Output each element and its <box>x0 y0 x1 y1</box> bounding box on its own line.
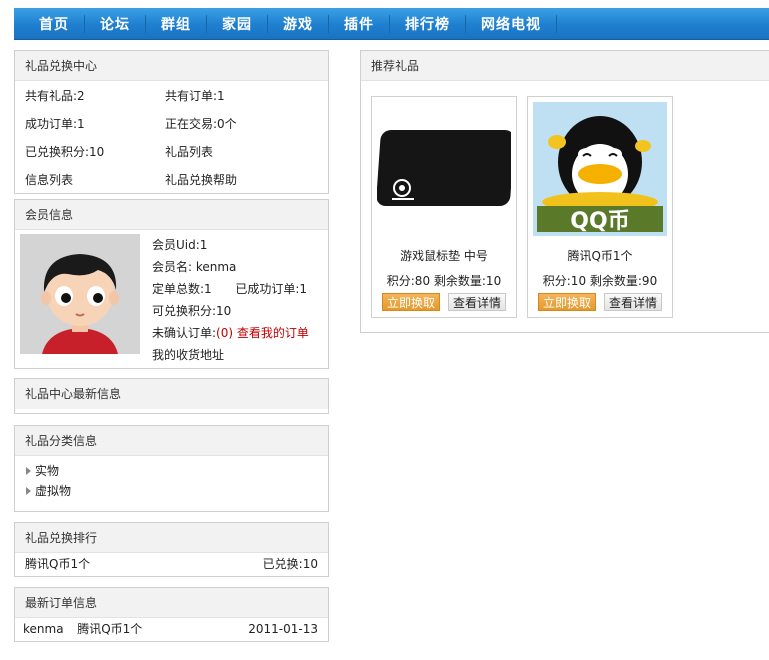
unconfirmed-count: (0) <box>216 326 234 340</box>
points-text: 可兑换积分:10 <box>152 304 232 318</box>
nav-item-ranking[interactable]: 排行榜 <box>390 8 466 40</box>
mousepad-image[interactable] <box>376 102 515 236</box>
gift-meta: 积分:10 剩余数量:90 <box>542 274 658 288</box>
panel-title: 礼品中心最新信息 <box>15 379 328 409</box>
nav-label[interactable]: 网络电视 <box>466 14 556 34</box>
nav-label[interactable]: 群组 <box>146 14 206 34</box>
gift-card: 游戏鼠标垫 中号 积分:80 剩余数量:10 立即换取 查看详情 <box>371 96 517 318</box>
mousepad-icon <box>376 102 515 236</box>
category-panel: 礼品分类信息 实物 虚拟物 <box>14 425 329 512</box>
nav-label[interactable]: 首页 <box>24 14 84 34</box>
panel-title: 礼品兑换排行 <box>15 523 328 553</box>
category-item-physical[interactable]: 实物 <box>25 461 318 481</box>
gift-name[interactable]: 腾讯Q币1个 <box>528 247 672 264</box>
nav-item-groups[interactable]: 群组 <box>146 8 207 40</box>
gift-name[interactable]: 游戏鼠标垫 中号 <box>372 247 516 264</box>
panel-title: 会员信息 <box>15 200 328 230</box>
total-gifts-text: 共有礼品:2 <box>25 89 85 103</box>
category-item-virtual[interactable]: 虚拟物 <box>25 481 318 501</box>
panel-title: 推荐礼品 <box>361 51 769 81</box>
nav-label[interactable]: 插件 <box>329 14 389 34</box>
nav-item-forum[interactable]: 论坛 <box>85 8 146 40</box>
ranking-item-name[interactable]: 腾讯Q币1个 <box>25 553 90 575</box>
qq-coin-penguin-icon: QQ币 <box>533 102 667 236</box>
gift-center-panel: 礼品兑换中心 共有礼品:2 共有订单:1 成功订单:1 正在交易:0个 已兑换积… <box>14 50 329 194</box>
order-item[interactable]: 腾讯Q币1个 <box>77 622 142 636</box>
total-orders-text: 共有订单:1 <box>165 89 225 103</box>
latest-orders-panel: 最新订单信息 kenma 腾讯Q币1个 2011-01-13 <box>14 587 329 642</box>
cartoon-boy-avatar-icon <box>20 234 140 354</box>
member-info-panel: 会员信息 会员Uid:1 会员名: kenma 定单总数:1 已成功订单:1 可… <box>14 199 329 369</box>
address-link[interactable]: 我的收货地址 <box>152 344 309 366</box>
panel-title: 礼品兑换中心 <box>15 51 328 81</box>
nav-label[interactable]: 家园 <box>207 14 267 34</box>
ranking-item-value: 已兑换:10 <box>262 557 318 571</box>
latest-info-panel: 礼品中心最新信息 <box>14 378 329 414</box>
nav-item-web-tv[interactable]: 网络电视 <box>466 8 557 40</box>
nav-item-home[interactable]: 首页 <box>24 8 85 40</box>
help-link[interactable]: 礼品兑换帮助 <box>165 166 315 194</box>
orders-total-text: 定单总数:1 <box>152 282 212 296</box>
exchange-button[interactable]: 立即换取 <box>538 293 596 311</box>
nav-label[interactable]: 排行榜 <box>390 14 465 34</box>
svg-text:QQ币: QQ币 <box>570 209 629 234</box>
member-uid-text: 会员Uid:1 <box>152 238 208 252</box>
panel-title: 最新订单信息 <box>15 588 328 618</box>
trading-text: 正在交易:0个 <box>165 117 237 131</box>
recommended-gifts-panel: 推荐礼品 游戏鼠标垫 中号 积分:80 剩余数量:10 立即换取 查看详情 QQ… <box>360 50 769 333</box>
avatar <box>20 234 140 354</box>
redeemed-points-text: 已兑换积分:10 <box>25 145 105 159</box>
orders-success-text: 已成功订单:1 <box>235 282 308 296</box>
top-navigation: 首页 论坛 群组 家园 游戏 插件 排行榜 网络电视 <box>14 8 769 40</box>
member-name-text: 会员名: kenma <box>152 260 237 274</box>
detail-button[interactable]: 查看详情 <box>448 293 506 311</box>
nav-item-games[interactable]: 游戏 <box>268 8 329 40</box>
unconfirmed-label: 未确认订单: <box>152 326 217 340</box>
nav-label[interactable]: 游戏 <box>268 14 328 34</box>
nav-item-home-space[interactable]: 家园 <box>207 8 268 40</box>
gift-card: QQ币 腾讯Q币1个 积分:10 剩余数量:90 立即换取 查看详情 <box>527 96 673 318</box>
panel-title: 礼品分类信息 <box>15 426 328 456</box>
ranking-row: 腾讯Q币1个 已兑换:10 <box>25 553 318 575</box>
success-orders-text: 成功订单:1 <box>25 117 85 131</box>
nav-label[interactable]: 论坛 <box>85 14 145 34</box>
order-row: kenma 腾讯Q币1个 2011-01-13 <box>23 618 318 640</box>
info-list-link[interactable]: 信息列表 <box>25 166 165 194</box>
gift-meta: 积分:80 剩余数量:10 <box>386 274 502 288</box>
exchange-button[interactable]: 立即换取 <box>382 293 440 311</box>
nav-item-plugins[interactable]: 插件 <box>329 8 390 40</box>
gift-list-link[interactable]: 礼品列表 <box>165 138 315 166</box>
qq-penguin-image[interactable]: QQ币 <box>533 102 667 236</box>
detail-button[interactable]: 查看详情 <box>604 293 662 311</box>
nav-separator <box>556 15 557 33</box>
order-date: 2011-01-13 <box>248 622 318 636</box>
my-orders-link[interactable]: 查看我的订单 <box>237 326 309 340</box>
ranking-panel: 礼品兑换排行 腾讯Q币1个 已兑换:10 <box>14 522 329 577</box>
order-user: kenma <box>23 622 64 636</box>
